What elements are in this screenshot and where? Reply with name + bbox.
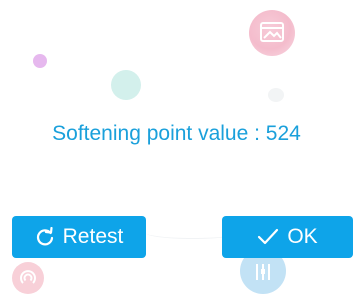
refresh-icon <box>35 227 55 247</box>
checkmark-icon <box>257 228 279 246</box>
decorative-dot <box>33 54 47 68</box>
decorative-bubble <box>111 70 141 100</box>
ok-label: OK <box>287 225 318 248</box>
result-message: Softening point value : 524 <box>52 122 301 145</box>
signal-bubble-icon <box>12 262 44 294</box>
retest-label: Retest <box>62 225 124 248</box>
ok-button[interactable]: OK <box>222 216 353 258</box>
image-bubble-icon <box>249 10 295 56</box>
retest-button[interactable]: Retest <box>12 216 146 258</box>
decorative-bubble-faint <box>268 88 284 102</box>
